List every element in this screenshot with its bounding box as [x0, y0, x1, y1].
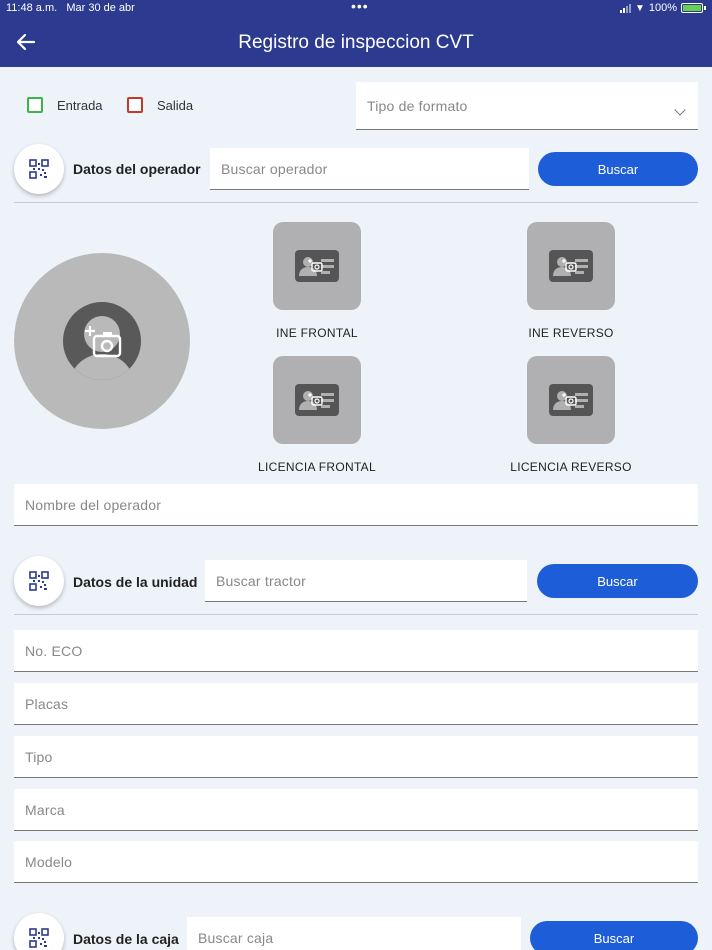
operator-search-placeholder: Buscar operador [221, 160, 328, 177]
status-time: 11:48 a.m. Mar 30 de abr [6, 2, 135, 14]
tipo-placeholder: Tipo [25, 748, 53, 765]
licencia-frontal-upload[interactable] [273, 356, 361, 444]
battery-icon [681, 3, 703, 13]
placas-placeholder: Placas [25, 695, 69, 712]
qr-code-icon [29, 928, 49, 948]
battery-percent: 100% [648, 2, 677, 14]
qr-scan-unit-button[interactable] [14, 556, 64, 606]
tractor-search-input[interactable]: Buscar tractor [205, 560, 527, 602]
multitask-dots[interactable]: ••• [351, 0, 369, 14]
entrada-checkbox[interactable] [27, 97, 43, 113]
modelo-placeholder: Modelo [25, 853, 73, 870]
operator-photo-upload[interactable] [14, 253, 190, 429]
ine-frontal-upload[interactable] [273, 222, 361, 310]
placas-field[interactable]: Placas [14, 683, 698, 725]
wifi-icon: ▼ [634, 2, 645, 14]
user-avatar-icon [63, 302, 141, 380]
salida-label: Salida [157, 98, 194, 113]
format-type-placeholder: Tipo de formato [367, 97, 468, 114]
format-type-select[interactable]: Tipo de formato [356, 82, 698, 130]
licencia-reverso-label: LICENCIA REVERSO [510, 460, 632, 474]
operator-name-placeholder: Nombre del operador [25, 496, 162, 513]
status-indicators: ▼ 100% [619, 2, 706, 14]
ine-frontal-label: INE FRONTAL [276, 326, 358, 340]
id-card-icon [295, 384, 339, 416]
tipo-field[interactable]: Tipo [14, 736, 698, 778]
app-header: 11:48 a.m. Mar 30 de abr ••• ▼ 100% Regi… [0, 0, 712, 67]
operator-search-input[interactable]: Buscar operador [210, 148, 529, 190]
no-eco-placeholder: No. ECO [25, 642, 83, 659]
tractor-search-placeholder: Buscar tractor [216, 572, 306, 589]
marca-placeholder: Marca [25, 801, 65, 818]
unit-section-label: Datos de la unidad [73, 574, 198, 590]
id-card-icon [549, 250, 593, 282]
box-section-label: Datos de la caja [73, 931, 179, 947]
id-card-icon [549, 384, 593, 416]
id-card-icon [295, 250, 339, 282]
tractor-search-button[interactable]: Buscar [537, 564, 698, 598]
add-photo-icon [85, 326, 122, 358]
qr-code-icon [29, 159, 49, 179]
box-search-placeholder: Buscar caja [198, 930, 274, 946]
page-title: Registro de inspeccion CVT [238, 32, 474, 53]
signal-icon [619, 3, 631, 13]
box-search-input[interactable]: Buscar caja [187, 917, 521, 950]
ine-reverso-upload[interactable] [527, 222, 615, 310]
licencia-reverso-upload[interactable] [527, 356, 615, 444]
status-bar: 11:48 a.m. Mar 30 de abr ••• ▼ 100% [6, 0, 706, 18]
modelo-field[interactable]: Modelo [14, 841, 698, 883]
operator-name-field[interactable]: Nombre del operador [14, 484, 698, 526]
marca-field[interactable]: Marca [14, 789, 698, 831]
ine-reverso-label: INE REVERSO [528, 326, 614, 340]
salida-checkbox[interactable] [127, 97, 143, 113]
divider [14, 202, 698, 203]
qr-scan-operator-button[interactable] [14, 144, 64, 194]
licencia-frontal-label: LICENCIA FRONTAL [258, 460, 376, 474]
box-search-button[interactable]: Buscar [530, 921, 698, 950]
chevron-down-icon [674, 104, 686, 116]
qr-code-icon [29, 571, 49, 591]
operator-section-label: Datos del operador [73, 161, 201, 177]
divider [14, 614, 698, 615]
qr-scan-box-button[interactable] [14, 913, 64, 950]
entrada-label: Entrada [57, 98, 103, 113]
no-eco-field[interactable]: No. ECO [14, 630, 698, 672]
operator-search-button[interactable]: Buscar [538, 152, 698, 186]
